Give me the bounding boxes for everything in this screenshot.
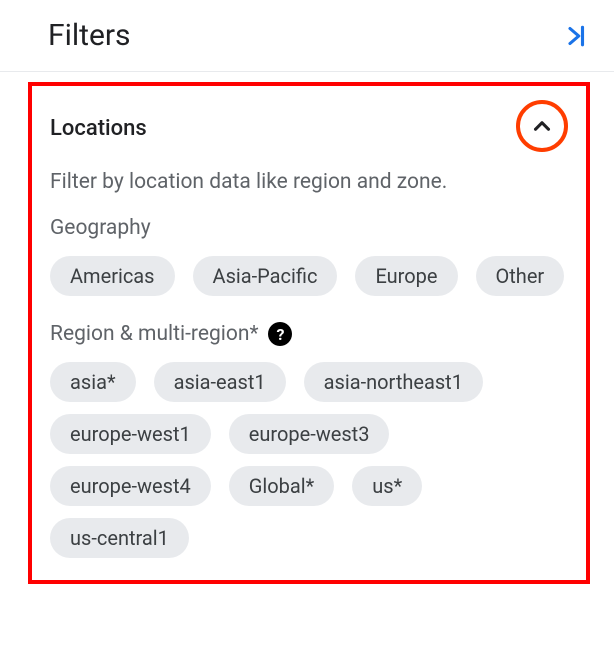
- filters-header: Filters: [0, 0, 614, 72]
- chip-asia-east1[interactable]: asia-east1: [154, 362, 286, 402]
- geography-label: Geography: [50, 216, 568, 240]
- chip-asia-pacific[interactable]: Asia-Pacific: [193, 256, 338, 296]
- chip-asia-northeast1[interactable]: asia-northeast1: [304, 362, 483, 402]
- collapse-panel-icon[interactable]: [560, 21, 590, 51]
- region-chip-row: asia* asia-east1 asia-northeast1 europe-…: [50, 362, 568, 558]
- chip-europe-west3[interactable]: europe-west3: [229, 414, 390, 454]
- locations-description: Filter by location data like region and …: [50, 168, 568, 196]
- chip-global[interactable]: Global*: [229, 466, 334, 506]
- region-label: Region & multi-region* ?: [50, 322, 568, 346]
- chip-europe-west4[interactable]: europe-west4: [50, 466, 211, 506]
- chip-other[interactable]: Other: [476, 256, 565, 296]
- collapse-locations-button[interactable]: [516, 100, 568, 152]
- chevron-up-icon: [529, 113, 555, 139]
- locations-panel: Locations Filter by location data like r…: [28, 82, 590, 584]
- chip-europe-west1[interactable]: europe-west1: [50, 414, 211, 454]
- geography-chip-row: Americas Asia-Pacific Europe Other: [50, 256, 568, 296]
- chip-asia[interactable]: asia*: [50, 362, 136, 402]
- page-title: Filters: [48, 18, 131, 53]
- chip-us[interactable]: us*: [352, 466, 422, 506]
- region-label-text: Region & multi-region*: [50, 322, 258, 346]
- chip-americas[interactable]: Americas: [50, 256, 175, 296]
- chip-us-central1[interactable]: us-central1: [50, 518, 189, 558]
- locations-title: Locations: [50, 116, 147, 141]
- chip-europe[interactable]: Europe: [355, 256, 457, 296]
- help-icon[interactable]: ?: [268, 322, 292, 346]
